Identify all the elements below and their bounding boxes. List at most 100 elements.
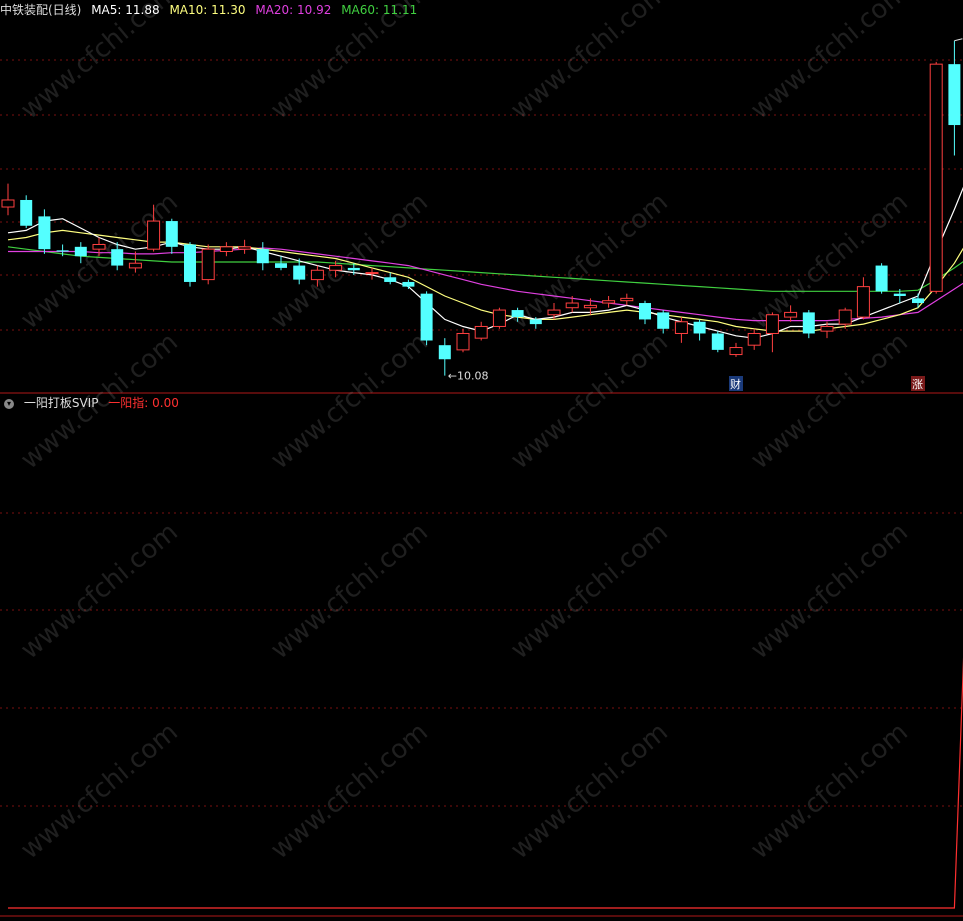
- candle-body: [438, 345, 451, 360]
- ma60-label: MA60: 11.11: [341, 3, 418, 17]
- candle: [184, 242, 196, 287]
- main-chart-header: 中铁装配(日线) MA5: 11.88 MA10: 11.30 MA20: 10…: [0, 1, 423, 19]
- candle-body: [184, 244, 196, 282]
- candle-body: [802, 312, 815, 334]
- candle-body: [92, 243, 106, 250]
- ma20-label: MA20: 10.92: [255, 3, 332, 17]
- candle-body: [729, 347, 743, 356]
- candle: [256, 242, 269, 271]
- candle-body: [38, 216, 51, 250]
- candle: [729, 342, 743, 357]
- candle-body: [820, 325, 834, 332]
- candle-body: [365, 272, 379, 275]
- candle-body: [165, 221, 178, 247]
- candle: [201, 244, 215, 285]
- candle: [20, 195, 33, 229]
- candle-body: [492, 309, 506, 327]
- watermark-text: www.cfchi.com: [265, 187, 434, 335]
- candle: [219, 242, 233, 257]
- candle: [365, 267, 379, 280]
- candle: [1, 183, 15, 216]
- candle: [948, 40, 961, 156]
- watermark-text: www.cfchi.com: [505, 327, 674, 475]
- candle-body: [747, 332, 761, 346]
- chart-canvas: www.cfchi.com www.cfchi.com www.cfchi.com w…: [0, 0, 963, 917]
- candle-body: [256, 249, 269, 264]
- chevron-down-icon[interactable]: ▾: [4, 398, 14, 409]
- candle-body: [693, 321, 706, 334]
- candle-body: [765, 314, 779, 334]
- watermark-text: www.cfchi.com: [265, 517, 434, 665]
- sub-chart-header: ▾ 一阳打板SVIP 一阳指: 0.00: [0, 394, 185, 412]
- candle-body: [329, 265, 343, 271]
- candle: [384, 272, 397, 285]
- candle-body: [402, 281, 415, 287]
- indicator-title[interactable]: 一阳打板SVIP: [24, 396, 99, 410]
- candle-body: [948, 64, 961, 126]
- candle-body: [384, 277, 397, 282]
- candle: [420, 291, 433, 346]
- candle: [492, 307, 506, 329]
- candle-body: [511, 310, 524, 318]
- watermark-text: www.cfchi.com: [265, 327, 434, 475]
- candle-body: [893, 293, 906, 297]
- low-price-label: ←10.08: [448, 370, 489, 383]
- candle: [602, 296, 616, 308]
- candle-body: [474, 325, 488, 339]
- candle-body: [238, 246, 252, 250]
- candle-body: [420, 293, 433, 341]
- candle-body: [1, 199, 15, 208]
- candle: [639, 300, 651, 325]
- candle-body: [456, 332, 470, 351]
- indicator-path: [8, 657, 963, 909]
- candle: [693, 319, 706, 341]
- candle-body: [711, 333, 724, 350]
- watermark-text: www.cfchi.com: [745, 0, 914, 125]
- watermark-text: www.cfchi.com: [15, 717, 184, 865]
- candle-body: [275, 263, 287, 268]
- candle-body: [529, 319, 542, 325]
- candle: [402, 279, 415, 289]
- ma10-label: MA10: 11.30: [169, 3, 246, 17]
- candle: [165, 218, 178, 254]
- candle-body: [657, 312, 670, 329]
- candle: [747, 328, 761, 350]
- candle-body: [784, 311, 798, 318]
- candle-body: [111, 249, 124, 266]
- candle-body: [674, 321, 688, 334]
- candle: [856, 277, 870, 320]
- candle-body: [547, 309, 561, 316]
- candle-body: [838, 309, 852, 325]
- candle-body: [347, 267, 360, 271]
- watermark-text: www.cfchi.com: [745, 717, 914, 865]
- watermark-text: www.cfchi.com: [745, 187, 914, 335]
- candle-body: [856, 286, 870, 318]
- watermark-text: www.cfchi.com: [505, 0, 674, 125]
- cai-badge: 财: [730, 377, 741, 391]
- indicator-line: [8, 657, 963, 909]
- candle: [474, 321, 488, 341]
- candle-body: [74, 246, 87, 257]
- candle-body: [602, 300, 616, 304]
- zhang-badge: 涨: [912, 378, 923, 391]
- candle: [238, 239, 252, 254]
- watermark-text: www.cfchi.com: [15, 517, 184, 665]
- candle-body: [912, 298, 924, 304]
- candle: [765, 312, 779, 353]
- candle: [128, 251, 142, 273]
- candle: [802, 310, 815, 339]
- stock-title[interactable]: 中铁装配(日线): [0, 3, 81, 17]
- watermark-layer: www.cfchi.com www.cfchi.com www.cfchi.com w…: [15, 0, 914, 865]
- candle-body: [147, 220, 161, 250]
- watermark-text: www.cfchi.com: [505, 517, 674, 665]
- candle-body: [583, 304, 597, 309]
- candle-body: [128, 262, 142, 269]
- candle: [275, 256, 287, 271]
- candle: [912, 293, 924, 308]
- candle: [929, 61, 943, 294]
- watermark-text: www.cfchi.com: [745, 327, 914, 475]
- high-pointer: [954, 38, 963, 42]
- candle-body: [293, 265, 306, 280]
- watermark-text: www.cfchi.com: [265, 717, 434, 865]
- candle: [875, 263, 888, 294]
